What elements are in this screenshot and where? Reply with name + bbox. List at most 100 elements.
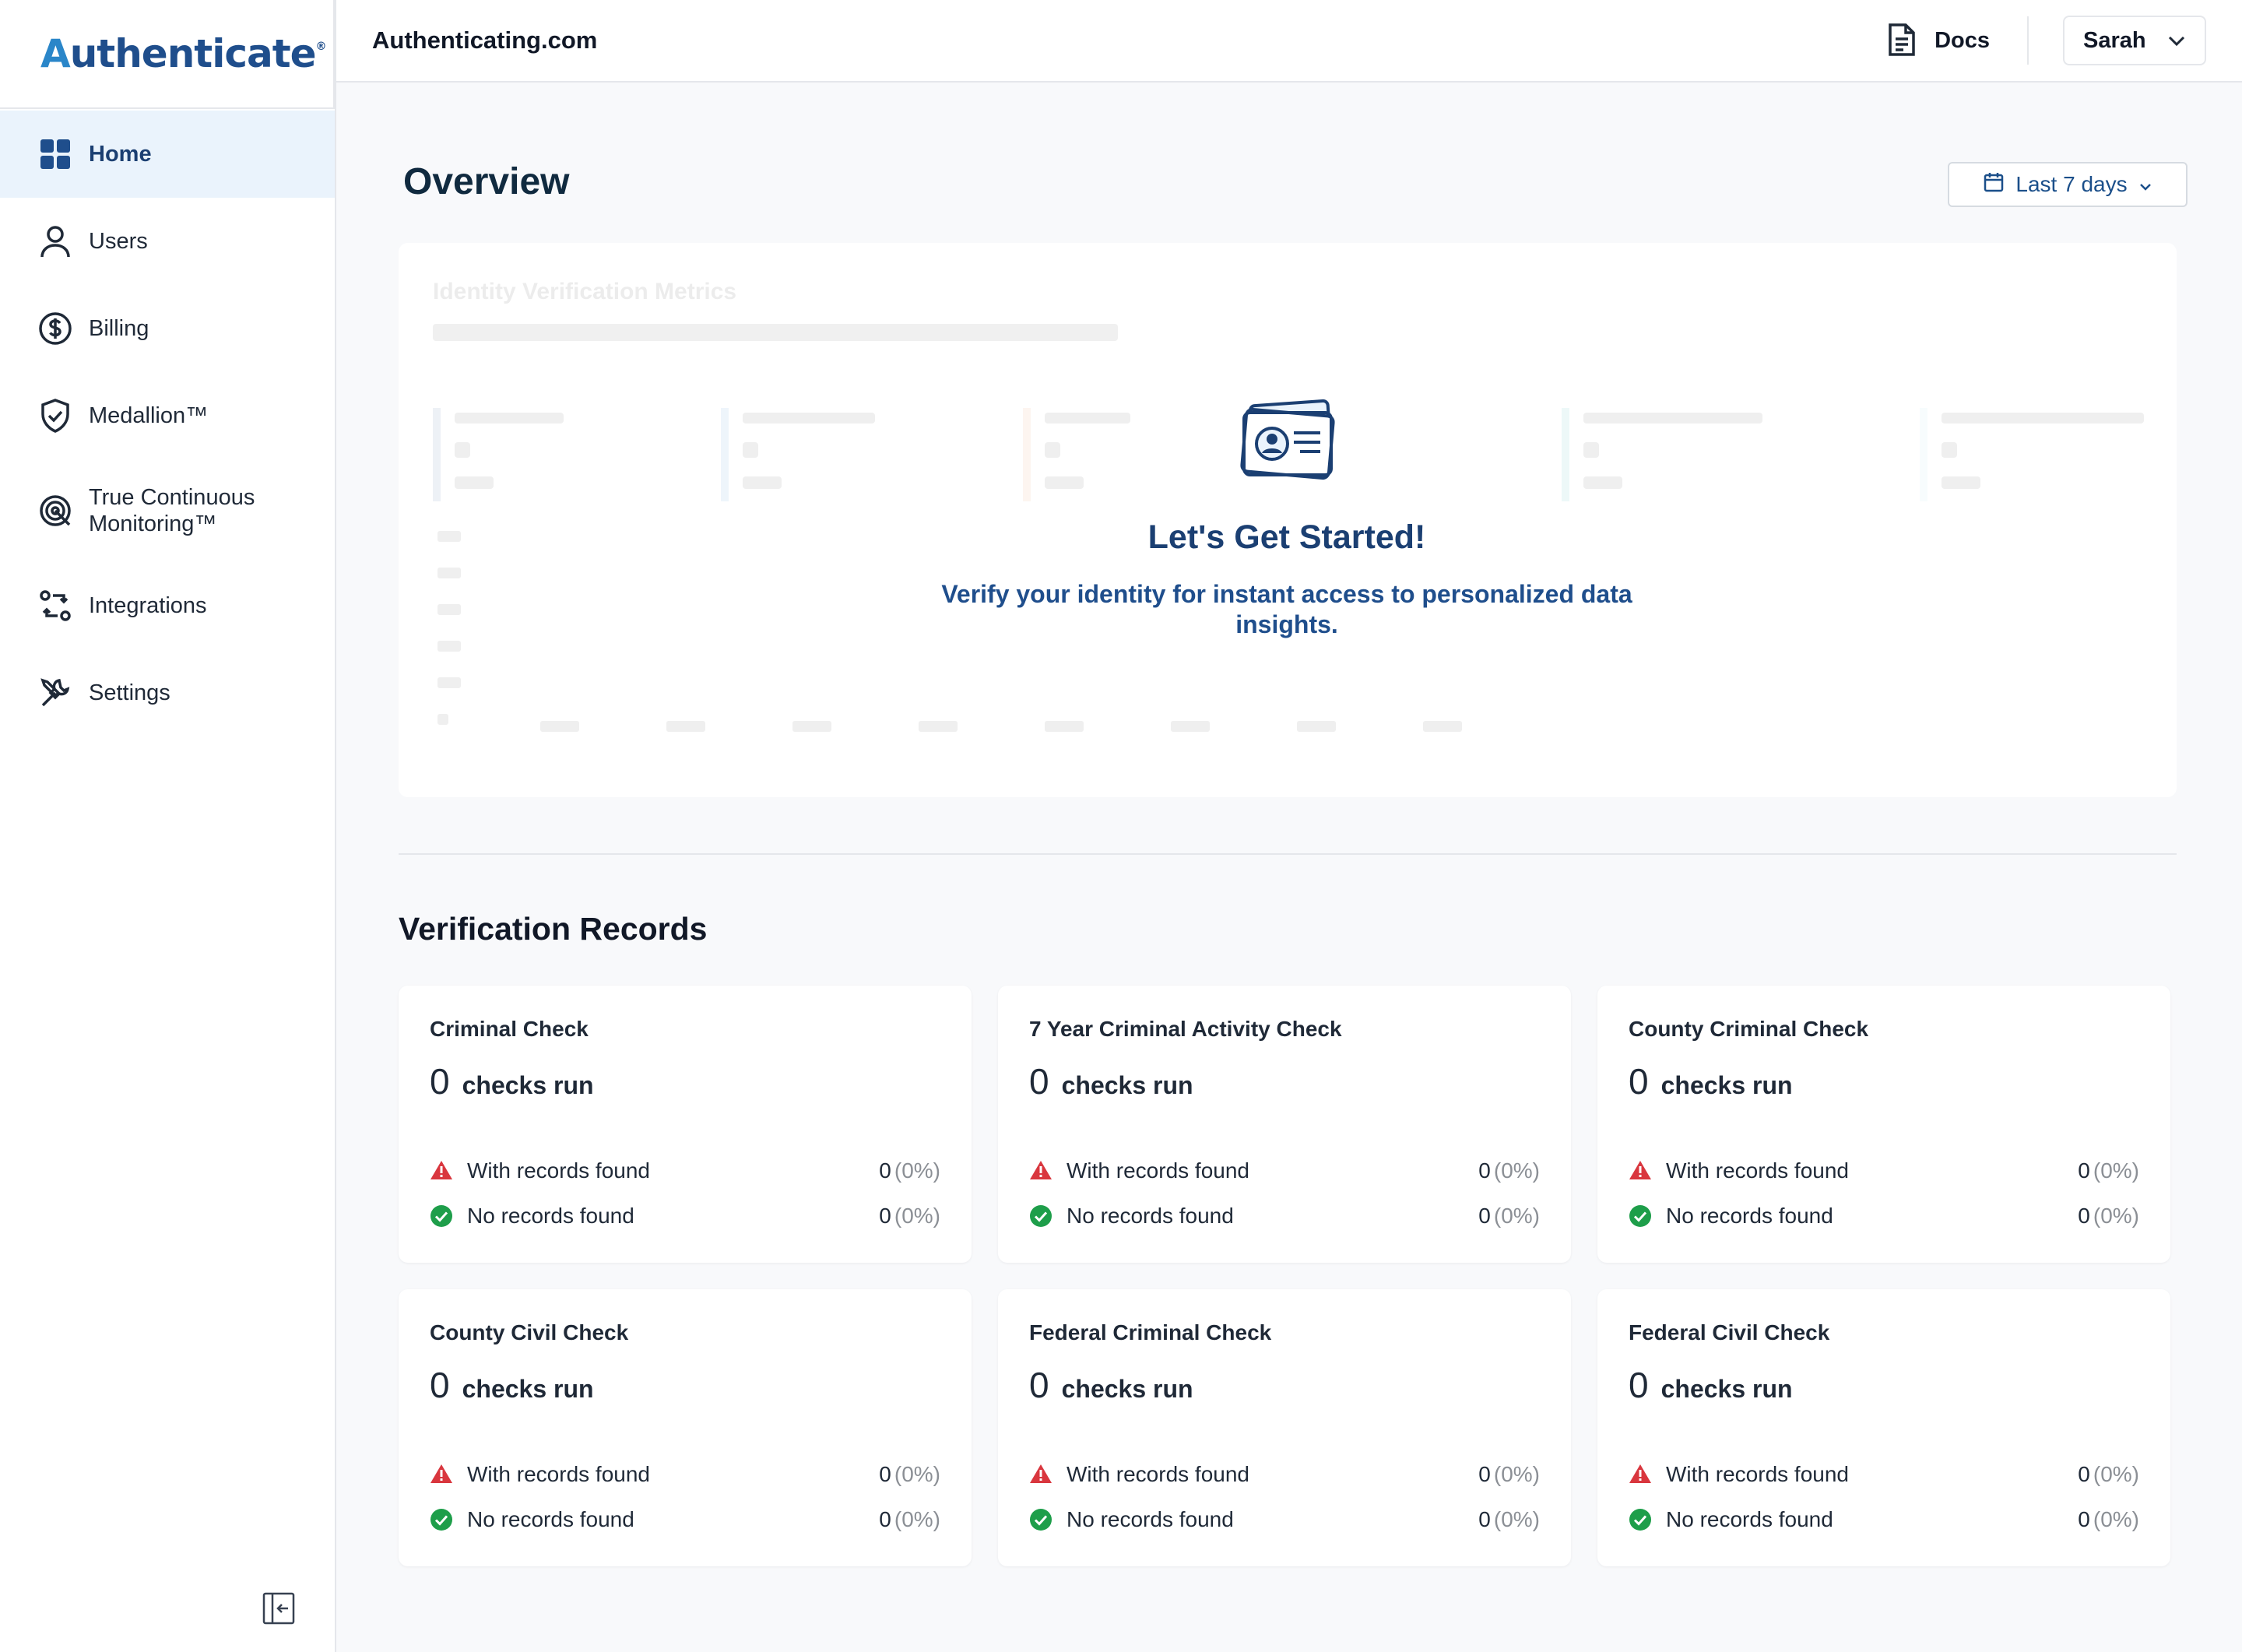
check-circle-icon bbox=[430, 1204, 453, 1228]
record-card[interactable]: County Civil Check 0 checks run With rec… bbox=[399, 1289, 972, 1566]
records-found-value: 0 (0%) bbox=[1478, 1158, 1540, 1183]
records-found-value: 0 (0%) bbox=[1478, 1462, 1540, 1486]
topbar: Authenticating.com Docs Sarah bbox=[336, 0, 2242, 83]
check-count-unit: checks run bbox=[462, 1071, 594, 1099]
records-found-row: With records found 0 (0%) bbox=[430, 1158, 940, 1183]
warning-triangle-icon bbox=[1629, 1463, 1652, 1486]
sidebar-item-label: Users bbox=[89, 228, 148, 254]
docs-label: Docs bbox=[1935, 27, 1990, 53]
user-menu-button[interactable]: Sarah bbox=[2063, 16, 2206, 65]
no-records-value: 0 (0%) bbox=[2078, 1204, 2139, 1228]
integrations-icon bbox=[37, 588, 73, 624]
records-found-label: With records found bbox=[1666, 1158, 1849, 1183]
record-card-title: County Criminal Check bbox=[1629, 1017, 1869, 1041]
metrics-ghost-title: Identity Verification Metrics bbox=[433, 279, 737, 304]
records-found-label: With records found bbox=[1666, 1462, 1849, 1486]
sidebar: Authenticate® Home Users Billing Medalli… bbox=[0, 0, 336, 1652]
records-found-value: 0 (0%) bbox=[879, 1462, 940, 1486]
calendar-icon bbox=[1983, 171, 2005, 199]
date-range-select[interactable]: Last 7 days bbox=[1948, 162, 2188, 207]
no-records-label: No records found bbox=[1666, 1204, 1833, 1228]
check-circle-icon bbox=[1029, 1508, 1052, 1531]
record-card-title: County Civil Check bbox=[430, 1320, 629, 1344]
sidebar-item-label: Billing bbox=[89, 315, 149, 341]
record-card-title: Federal Civil Check bbox=[1629, 1320, 1830, 1344]
record-card[interactable]: 7 Year Criminal Activity Check 0 checks … bbox=[998, 986, 1571, 1263]
check-circle-icon bbox=[1629, 1204, 1652, 1228]
sidebar-item-home[interactable]: Home bbox=[0, 111, 335, 198]
section-divider bbox=[399, 853, 2177, 855]
ghost-stat bbox=[1920, 408, 2153, 501]
no-records-label: No records found bbox=[1067, 1204, 1234, 1228]
check-count: 0 bbox=[1629, 1061, 1649, 1102]
cta-text: Verify your identity for instant access … bbox=[941, 580, 1632, 638]
records-found-row: With records found 0 (0%) bbox=[430, 1462, 940, 1487]
records-found-label: With records found bbox=[1067, 1158, 1249, 1183]
chevron-down-icon bbox=[2138, 172, 2152, 197]
check-count: 0 bbox=[1629, 1365, 1649, 1405]
target-icon bbox=[37, 493, 73, 529]
id-card-icon bbox=[1239, 399, 1339, 486]
check-count: 0 bbox=[430, 1365, 450, 1405]
check-count-unit: checks run bbox=[1061, 1375, 1193, 1403]
check-circle-icon bbox=[1629, 1508, 1652, 1531]
record-card-title: Criminal Check bbox=[430, 1017, 589, 1041]
records-found-value: 0 (0%) bbox=[2078, 1158, 2139, 1183]
ghost-x-axis bbox=[540, 721, 1462, 732]
warning-triangle-icon bbox=[430, 1463, 453, 1486]
records-grid: Criminal Check 0 checks run With records… bbox=[399, 986, 2173, 1566]
no-records-row: No records found 0 (0%) bbox=[1629, 1204, 2139, 1228]
chevron-down-icon bbox=[2167, 28, 2186, 54]
sidebar-item-integrations[interactable]: Integrations bbox=[0, 562, 335, 649]
logo[interactable]: Authenticate® bbox=[0, 0, 335, 109]
record-card-title: 7 Year Criminal Activity Check bbox=[1029, 1017, 1342, 1041]
docs-link[interactable]: Docs bbox=[1886, 22, 1990, 59]
no-records-label: No records found bbox=[1067, 1507, 1234, 1531]
ghost-stat bbox=[1562, 408, 1795, 501]
record-card-count: 0 checks run bbox=[430, 1060, 940, 1102]
record-card-count: 0 checks run bbox=[1029, 1364, 1540, 1406]
warning-triangle-icon bbox=[430, 1159, 453, 1183]
sidebar-item-settings[interactable]: Settings bbox=[0, 649, 335, 736]
cta-title: Let's Get Started! bbox=[1147, 518, 1426, 556]
divider bbox=[2027, 16, 2029, 65]
records-found-row: With records found 0 (0%) bbox=[1629, 1158, 2139, 1183]
no-records-value: 0 (0%) bbox=[1478, 1204, 1540, 1228]
warning-triangle-icon bbox=[1029, 1463, 1052, 1486]
record-card-title: Federal Criminal Check bbox=[1029, 1320, 1272, 1344]
sidebar-item-label: Settings bbox=[89, 680, 170, 705]
section-title: Verification Records bbox=[399, 911, 708, 947]
dollar-icon bbox=[37, 311, 73, 346]
record-card[interactable]: County Criminal Check 0 checks run With … bbox=[1597, 986, 2170, 1263]
collapse-sidebar-icon[interactable] bbox=[262, 1591, 296, 1626]
sidebar-item-label: True Continuous Monitoring™ bbox=[89, 485, 255, 536]
check-count-unit: checks run bbox=[1660, 1071, 1793, 1099]
sidebar-item-billing[interactable]: Billing bbox=[0, 285, 335, 372]
sidebar-item-medallion[interactable]: Medallion™ bbox=[0, 372, 335, 459]
record-card[interactable]: Federal Criminal Check 0 checks run With… bbox=[998, 1289, 1571, 1566]
check-count-unit: checks run bbox=[1660, 1375, 1793, 1403]
user-name: Sarah bbox=[2083, 27, 2146, 53]
record-card[interactable]: Federal Civil Check 0 checks run With re… bbox=[1597, 1289, 2170, 1566]
check-circle-icon bbox=[430, 1508, 453, 1531]
no-records-value: 0 (0%) bbox=[1478, 1507, 1540, 1531]
records-found-label: With records found bbox=[1067, 1462, 1249, 1486]
check-circle-icon bbox=[1029, 1204, 1052, 1228]
no-records-value: 0 (0%) bbox=[879, 1507, 940, 1531]
check-count: 0 bbox=[1029, 1365, 1049, 1405]
date-range-label: Last 7 days bbox=[2015, 172, 2128, 196]
no-records-label: No records found bbox=[467, 1204, 634, 1228]
user-icon bbox=[37, 223, 73, 259]
sidebar-item-monitoring[interactable]: True Continuous Monitoring™ bbox=[0, 459, 335, 562]
records-found-row: With records found 0 (0%) bbox=[1029, 1158, 1540, 1183]
check-count-unit: checks run bbox=[1061, 1071, 1193, 1099]
sidebar-item-users[interactable]: Users bbox=[0, 198, 335, 285]
tools-icon bbox=[37, 675, 73, 711]
sidebar-item-label: Home bbox=[89, 141, 152, 167]
no-records-row: No records found 0 (0%) bbox=[430, 1204, 940, 1228]
record-card-count: 0 checks run bbox=[1629, 1364, 2139, 1406]
no-records-row: No records found 0 (0%) bbox=[1629, 1507, 2139, 1532]
records-found-value: 0 (0%) bbox=[2078, 1462, 2139, 1486]
record-card-count: 0 checks run bbox=[430, 1364, 940, 1406]
record-card[interactable]: Criminal Check 0 checks run With records… bbox=[399, 986, 972, 1263]
